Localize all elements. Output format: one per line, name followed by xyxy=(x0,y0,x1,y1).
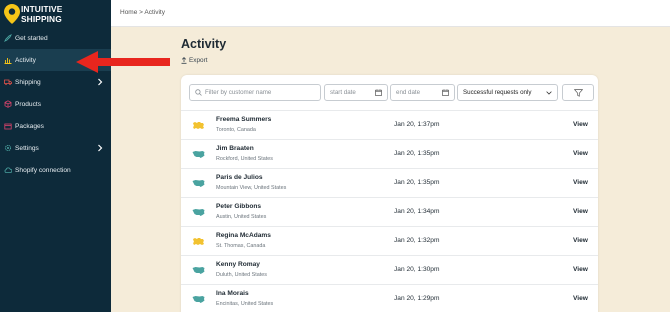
customer-name: Regina McAdams xyxy=(216,232,271,239)
sidebar-item-label: Shipping xyxy=(15,78,41,86)
activity-list: Freema Summers Toronto, Canada Jan 20, 1… xyxy=(181,110,598,312)
cloud-icon xyxy=(4,167,12,173)
customer-location: Mountain View, United States xyxy=(216,185,287,191)
request-date: Jan 20, 1:34pm xyxy=(394,208,440,215)
activity-row[interactable]: Freema Summers Toronto, Canada Jan 20, 1… xyxy=(181,110,598,139)
sidebar-item-label: Get started xyxy=(15,34,48,42)
customer-search-input[interactable]: Filter by customer name xyxy=(189,84,321,101)
customer-name: Freema Summers xyxy=(216,116,272,123)
location-pin-icon xyxy=(4,4,20,24)
customer-location: Austin, United States xyxy=(216,214,267,220)
view-link[interactable]: View xyxy=(573,208,588,215)
chevron-down-icon xyxy=(546,91,552,95)
top-bar: Home > Activity xyxy=(111,0,670,27)
usa-flag-icon xyxy=(192,296,205,303)
customer-location: Rockford, United States xyxy=(216,156,273,162)
sidebar-item-label: Products xyxy=(15,100,42,108)
sidebar-item-label: Activity xyxy=(15,56,36,64)
upload-icon xyxy=(181,57,187,64)
activity-icon xyxy=(4,58,12,64)
brand-logo[interactable]: INTUITIVE SHIPPING xyxy=(4,3,108,27)
filter-icon xyxy=(573,88,583,97)
request-date: Jan 20, 1:32pm xyxy=(394,237,440,244)
request-date: Jan 20, 1:35pm xyxy=(394,150,440,157)
request-date: Jan 20, 1:30pm xyxy=(394,266,440,273)
end-date-placeholder: end date xyxy=(396,89,421,96)
sidebar-item-label: Packages xyxy=(15,122,44,130)
activity-row[interactable]: Ina Morais Encinitas, United States Jan … xyxy=(181,284,598,312)
view-link[interactable]: View xyxy=(573,121,588,128)
filter-bar: Filter by customer name start date end d… xyxy=(189,84,594,101)
activity-row[interactable]: Jim Braaten Rockford, United States Jan … xyxy=(181,139,598,168)
customer-name: Peter Gibbons xyxy=(216,203,262,210)
activity-row[interactable]: Paris de Julios Mountain View, United St… xyxy=(181,168,598,197)
rocket-icon xyxy=(4,34,12,42)
view-link[interactable]: View xyxy=(573,150,588,157)
start-date-placeholder: start date xyxy=(330,89,356,96)
page-title: Activity xyxy=(181,37,227,51)
search-icon xyxy=(195,89,202,96)
activity-card: Filter by customer name start date end d… xyxy=(181,75,598,312)
customer-location: St. Thomas, Canada xyxy=(216,243,266,249)
view-link[interactable]: View xyxy=(573,179,588,186)
view-link[interactable]: View xyxy=(573,295,588,302)
customer-name: Paris de Julios xyxy=(216,174,263,181)
customer-location: Toronto, Canada xyxy=(216,127,256,133)
view-link[interactable]: View xyxy=(573,237,588,244)
canada-flag-icon xyxy=(193,238,204,245)
sidebar: INTUITIVE SHIPPING Get started Activity … xyxy=(0,0,111,312)
request-date: Jan 20, 1:35pm xyxy=(394,179,440,186)
customer-location: Encinitas, United States xyxy=(216,301,274,307)
brand-name: INTUITIVE SHIPPING xyxy=(21,4,63,24)
export-label: Export xyxy=(189,57,208,64)
sidebar-item-shopify-connection[interactable]: Shopify connection xyxy=(0,159,111,181)
usa-flag-icon xyxy=(192,209,205,216)
gear-icon xyxy=(4,144,12,152)
activity-row[interactable]: Peter Gibbons Austin, United States Jan … xyxy=(181,197,598,226)
breadcrumb[interactable]: Home > Activity xyxy=(120,9,165,16)
canada-flag-icon xyxy=(193,122,204,129)
end-date-input[interactable]: end date xyxy=(390,84,455,101)
sidebar-item-label: Settings xyxy=(15,144,39,152)
usa-flag-icon xyxy=(192,267,205,274)
box-icon xyxy=(4,100,12,108)
sidebar-item-label: Shopify connection xyxy=(15,166,71,174)
filter-button[interactable] xyxy=(562,84,594,101)
truck-icon xyxy=(4,79,12,86)
package-icon xyxy=(4,123,12,130)
request-date: Jan 20, 1:37pm xyxy=(394,121,440,128)
chevron-right-icon xyxy=(98,144,103,152)
customer-name: Ina Morais xyxy=(216,290,249,297)
view-link[interactable]: View xyxy=(573,266,588,273)
sidebar-item-packages[interactable]: Packages xyxy=(0,115,111,137)
search-placeholder: Filter by customer name xyxy=(205,89,272,96)
sidebar-item-settings[interactable]: Settings xyxy=(0,137,111,159)
status-select[interactable]: Successful requests only xyxy=(457,84,558,101)
status-select-value: Successful requests only xyxy=(463,89,532,96)
start-date-input[interactable]: start date xyxy=(324,84,388,101)
activity-row[interactable]: Kenny Romay Duluth, United States Jan 20… xyxy=(181,255,598,284)
sidebar-item-shipping[interactable]: Shipping xyxy=(0,71,111,93)
usa-flag-icon xyxy=(192,151,205,158)
sidebar-item-products[interactable]: Products xyxy=(0,93,111,115)
calendar-icon xyxy=(442,89,449,96)
customer-name: Jim Braaten xyxy=(216,145,254,152)
usa-flag-icon xyxy=(192,180,205,187)
activity-row[interactable]: Regina McAdams St. Thomas, Canada Jan 20… xyxy=(181,226,598,255)
export-button[interactable]: Export xyxy=(181,57,207,64)
customer-location: Duluth, United States xyxy=(216,272,267,278)
sidebar-item-get-started[interactable]: Get started xyxy=(0,27,111,49)
calendar-icon xyxy=(375,89,382,96)
customer-name: Kenny Romay xyxy=(216,261,260,268)
request-date: Jan 20, 1:29pm xyxy=(394,295,440,302)
annotation-arrow xyxy=(76,51,170,73)
chevron-right-icon xyxy=(98,78,103,86)
